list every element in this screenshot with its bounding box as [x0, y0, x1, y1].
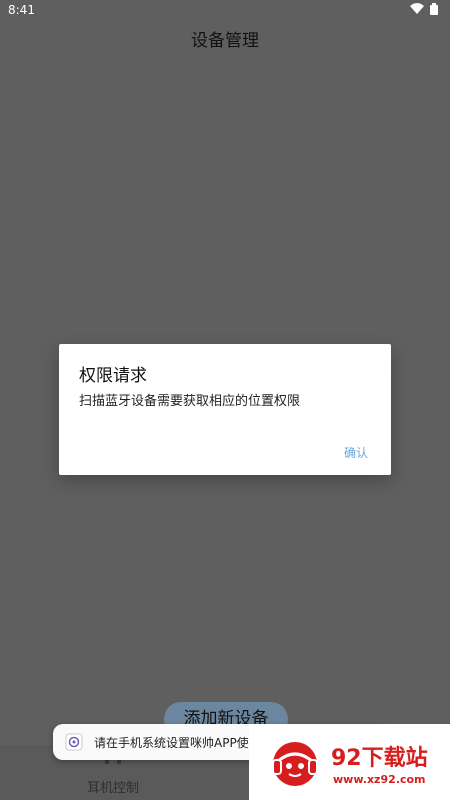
confirm-button[interactable]: 确认	[344, 444, 368, 461]
watermark-url: www.xz92.com	[333, 773, 426, 786]
app-icon	[65, 733, 83, 751]
watermark-title: 92下载站	[331, 746, 428, 771]
watermark: 92下载站 www.xz92.com	[249, 724, 450, 800]
site-logo-icon	[269, 738, 321, 790]
permission-dialog: 权限请求 扫描蓝牙设备需要获取相应的位置权限 确认	[59, 344, 391, 475]
status-time: 8:41	[8, 3, 35, 17]
page-title: 设备管理	[191, 31, 259, 51]
dialog-title: 权限请求	[79, 366, 147, 386]
nav-item-label: 耳机控制	[86, 781, 139, 796]
wifi-icon	[410, 3, 424, 15]
dialog-message: 扫描蓝牙设备需要获取相应的位置权限	[79, 394, 301, 409]
battery-icon	[430, 3, 438, 15]
status-icons	[410, 3, 438, 15]
status-bar: 8:41	[0, 0, 450, 20]
